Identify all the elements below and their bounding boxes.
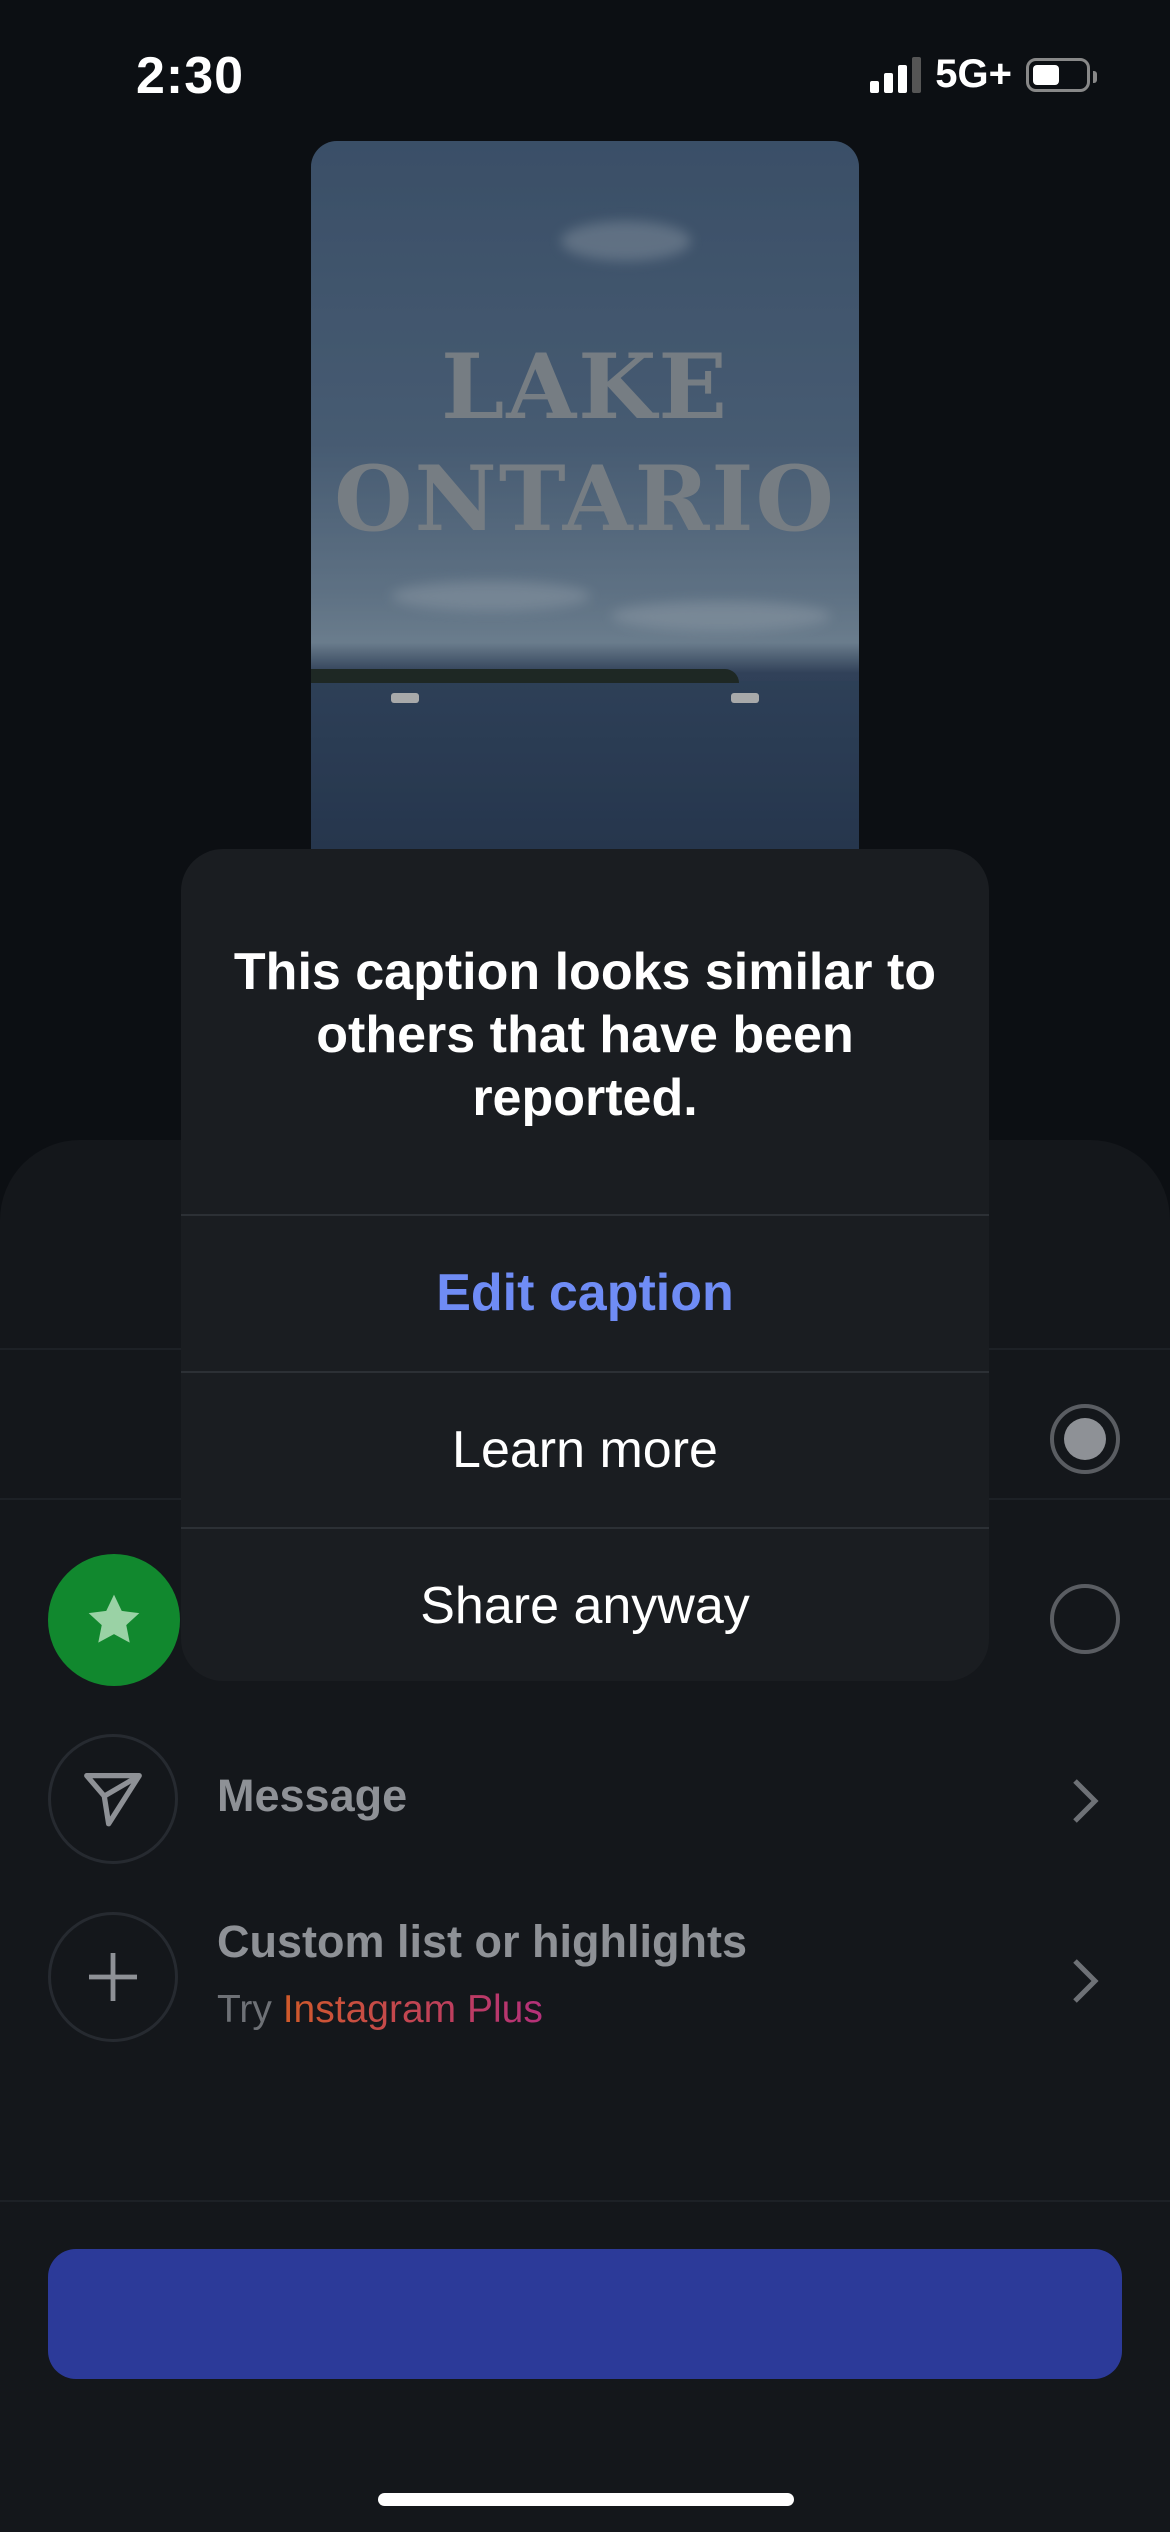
network-type: 5G+ [935, 52, 1012, 96]
status-time: 2:30 [136, 47, 245, 105]
instagram-plus-link[interactable]: Instagram Plus [283, 1988, 543, 2031]
audience-radio-selected[interactable] [1050, 1404, 1120, 1474]
custom-list-sublabel: Try Instagram Plus [217, 1988, 543, 2032]
chevron-right-icon [1073, 1779, 1099, 1823]
divider [0, 2200, 1170, 2202]
plus-icon [48, 1912, 178, 2042]
learn-more-button[interactable]: Learn more [181, 1372, 989, 1528]
message-label: Message [217, 1770, 408, 1821]
custom-list-label: Custom list or highlights [217, 1916, 747, 1967]
cellular-signal-icon [870, 56, 922, 93]
battery-icon [1026, 57, 1097, 92]
status-icons: 5G+ [870, 52, 1097, 97]
dialog-title: This caption looks similar to others tha… [233, 943, 937, 1127]
chevron-right-icon [1073, 1959, 1099, 2003]
share-anyway-button[interactable]: Share anyway [181, 1528, 989, 1681]
share-button[interactable] [48, 2249, 1122, 2379]
home-indicator [378, 2493, 794, 2506]
caption-warning-dialog: This caption looks similar to others tha… [181, 849, 989, 1681]
try-text: Try [217, 1988, 272, 2031]
send-icon [48, 1734, 178, 1864]
story-preview-image: LAKE ONTARIO [311, 141, 859, 901]
close-friends-radio[interactable] [1050, 1584, 1120, 1654]
star-icon [48, 1554, 180, 1686]
edit-caption-button[interactable]: Edit caption [181, 1215, 989, 1371]
